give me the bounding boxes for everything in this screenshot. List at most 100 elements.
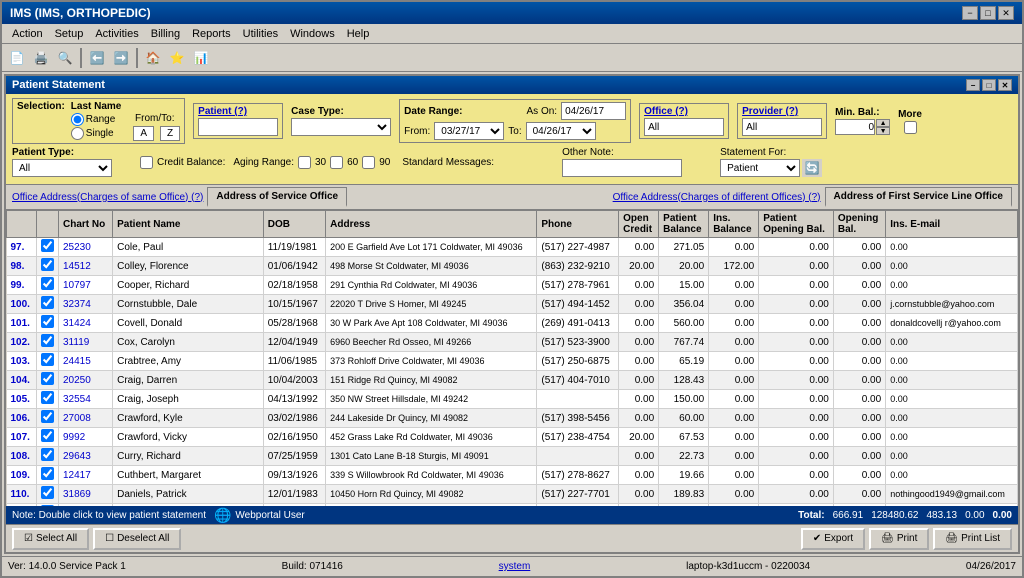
row-checkbox-cell[interactable]: [37, 371, 59, 390]
row-checkbox-cell[interactable]: [37, 238, 59, 257]
menu-item-utilities[interactable]: Utilities: [237, 26, 284, 42]
print-list-button[interactable]: 🖨 Print List: [933, 528, 1012, 550]
table-container[interactable]: Chart No Patient Name DOB Address Phone …: [6, 210, 1018, 506]
aging-90-checkbox[interactable]: [362, 156, 375, 169]
row-checkbox-cell[interactable]: [37, 333, 59, 352]
toolbar-btn-4[interactable]: ⬅️: [86, 47, 108, 69]
table-row[interactable]: 109.12417Cuthbert, Margaret09/13/1926339…: [7, 466, 1018, 485]
table-row[interactable]: 97.25230Cole, Paul11/19/1981200 E Garfie…: [7, 238, 1018, 257]
row-checkbox[interactable]: [41, 410, 54, 423]
row-checkbox-cell[interactable]: [37, 295, 59, 314]
aging-30-checkbox[interactable]: [298, 156, 311, 169]
menu-item-setup[interactable]: Setup: [49, 26, 90, 42]
row-checkbox[interactable]: [41, 258, 54, 271]
patient-type-select[interactable]: All: [12, 159, 112, 177]
more-checkbox[interactable]: [904, 121, 917, 134]
row-checkbox[interactable]: [41, 334, 54, 347]
dialog-restore[interactable]: □: [982, 79, 996, 91]
minimize-button[interactable]: −: [962, 6, 978, 20]
table-row[interactable]: 104.20250Craig, Darren10/04/2003151 Ridg…: [7, 371, 1018, 390]
export-button[interactable]: ✔ Export: [801, 528, 865, 550]
case-type-select[interactable]: [291, 118, 391, 136]
spin-down[interactable]: ▼: [876, 127, 890, 135]
row-checkbox[interactable]: [41, 486, 54, 499]
row-checkbox[interactable]: [41, 372, 54, 385]
toolbar-btn-8[interactable]: 📊: [190, 47, 212, 69]
table-row[interactable]: 102.31119Cox, Carolyn12/04/19496960 Beec…: [7, 333, 1018, 352]
row-checkbox[interactable]: [41, 467, 54, 480]
row-checkbox[interactable]: [41, 296, 54, 309]
row-checkbox-cell[interactable]: [37, 390, 59, 409]
addr-tab-2[interactable]: Address of First Service Line Office: [825, 187, 1013, 207]
menu-item-activities[interactable]: Activities: [89, 26, 144, 42]
row-checkbox[interactable]: [41, 277, 54, 290]
close-button[interactable]: ✕: [998, 6, 1014, 20]
office-input[interactable]: [644, 118, 724, 136]
row-checkbox[interactable]: [41, 505, 54, 506]
single-radio[interactable]: [71, 127, 84, 140]
table-row[interactable]: 110.31869Daniels, Patrick12/01/198310450…: [7, 485, 1018, 504]
table-row[interactable]: 107.9992Crawford, Vicky02/16/1950452 Gra…: [7, 428, 1018, 447]
dialog-minimize[interactable]: −: [966, 79, 980, 91]
statement-for-select[interactable]: Patient: [720, 159, 800, 177]
table-row[interactable]: 103.24415Crabtree, Amy11/06/1985373 Rohl…: [7, 352, 1018, 371]
z-box[interactable]: Z: [160, 126, 180, 141]
aging-60-checkbox[interactable]: [330, 156, 343, 169]
patient-input[interactable]: [198, 118, 278, 136]
menu-item-billing[interactable]: Billing: [145, 26, 186, 42]
toolbar-btn-7[interactable]: ⭐: [166, 47, 188, 69]
table-row[interactable]: 98.14512Colley, Florence01/06/1942498 Mo…: [7, 257, 1018, 276]
row-checkbox-cell[interactable]: [37, 428, 59, 447]
row-checkbox[interactable]: [41, 353, 54, 366]
as-on-input[interactable]: [561, 102, 626, 120]
deselect-all-button[interactable]: ☐ Deselect All: [93, 528, 181, 550]
row-checkbox-cell[interactable]: [37, 257, 59, 276]
row-checkbox-cell[interactable]: [37, 485, 59, 504]
spin-up[interactable]: ▲: [876, 119, 890, 127]
toolbar-btn-3[interactable]: 🔍: [54, 47, 76, 69]
row-checkbox[interactable]: [41, 429, 54, 442]
row-checkbox[interactable]: [41, 448, 54, 461]
dialog-close[interactable]: ✕: [998, 79, 1012, 91]
toolbar-btn-6[interactable]: 🏠: [142, 47, 164, 69]
row-checkbox[interactable]: [41, 315, 54, 328]
select-all-button[interactable]: ☑ Select All: [12, 528, 89, 550]
row-checkbox-cell[interactable]: [37, 409, 59, 428]
row-checkbox-cell[interactable]: [37, 504, 59, 507]
toolbar-btn-5[interactable]: ➡️: [110, 47, 132, 69]
range-radio[interactable]: [71, 113, 84, 126]
table-row[interactable]: 100.32374Cornstubble, Dale10/15/19672202…: [7, 295, 1018, 314]
row-checkbox-cell[interactable]: [37, 276, 59, 295]
menu-item-windows[interactable]: Windows: [284, 26, 341, 42]
table-row[interactable]: 106.27008Crawford, Kyle03/02/1986244 Lak…: [7, 409, 1018, 428]
row-checkbox-cell[interactable]: [37, 352, 59, 371]
to-date-select[interactable]: 04/26/17: [526, 122, 596, 140]
addr-tab-1[interactable]: Address of Service Office: [207, 187, 347, 207]
row-checkbox[interactable]: [41, 391, 54, 404]
from-date-select[interactable]: 03/27/17: [434, 122, 504, 140]
restore-button[interactable]: □: [980, 6, 996, 20]
col-ins-email: Ins. E-mail: [886, 211, 1018, 238]
toolbar-btn-2[interactable]: 🖨️: [30, 47, 52, 69]
a-box[interactable]: A: [133, 126, 154, 141]
print-button[interactable]: 🖨 Print: [869, 528, 929, 550]
table-row[interactable]: 99.10797Cooper, Richard02/18/1958291 Cyn…: [7, 276, 1018, 295]
table-row[interactable]: 105.32554Craig, Joseph04/13/1992350 NW S…: [7, 390, 1018, 409]
table-row[interactable]: 108.29643Curry, Richard07/25/19591301 Ca…: [7, 447, 1018, 466]
statement-for-action[interactable]: 🔄: [802, 159, 822, 177]
footer-system[interactable]: system: [499, 561, 531, 572]
toolbar-btn-1[interactable]: 📄: [6, 47, 28, 69]
provider-input[interactable]: [742, 118, 822, 136]
row-checkbox-cell[interactable]: [37, 447, 59, 466]
menu-item-help[interactable]: Help: [341, 26, 376, 42]
other-note-input[interactable]: [562, 159, 682, 177]
menu-item-reports[interactable]: Reports: [186, 26, 237, 42]
row-checkbox-cell[interactable]: [37, 314, 59, 333]
credit-balance-checkbox[interactable]: [140, 156, 153, 169]
menu-item-action[interactable]: Action: [6, 26, 49, 42]
row-checkbox-cell[interactable]: [37, 466, 59, 485]
min-bal-input[interactable]: [835, 119, 875, 135]
table-row[interactable]: 101.31424Covell, Donald05/28/196830 W Pa…: [7, 314, 1018, 333]
row-checkbox[interactable]: [41, 239, 54, 252]
table-row[interactable]: 111.32157Danielson Tomeszak, Thomas11/27…: [7, 504, 1018, 507]
